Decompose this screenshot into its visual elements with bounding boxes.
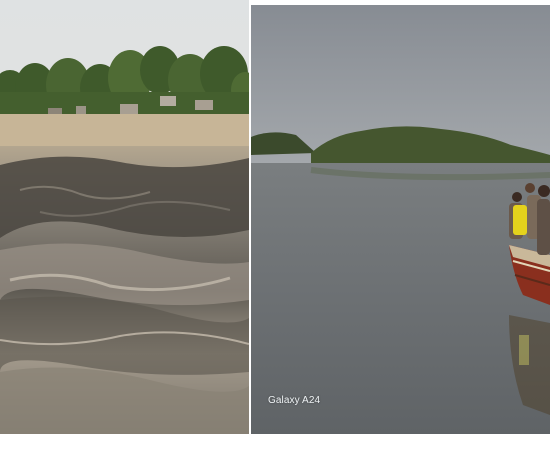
camera-watermark: Galaxy A24	[268, 395, 321, 406]
river-scene	[251, 5, 550, 434]
river-photo: Galaxy A24	[251, 5, 550, 434]
mudflat-photo	[0, 0, 249, 434]
sand-strip	[0, 114, 249, 146]
water	[251, 163, 550, 434]
mudflat-scene	[0, 0, 249, 434]
